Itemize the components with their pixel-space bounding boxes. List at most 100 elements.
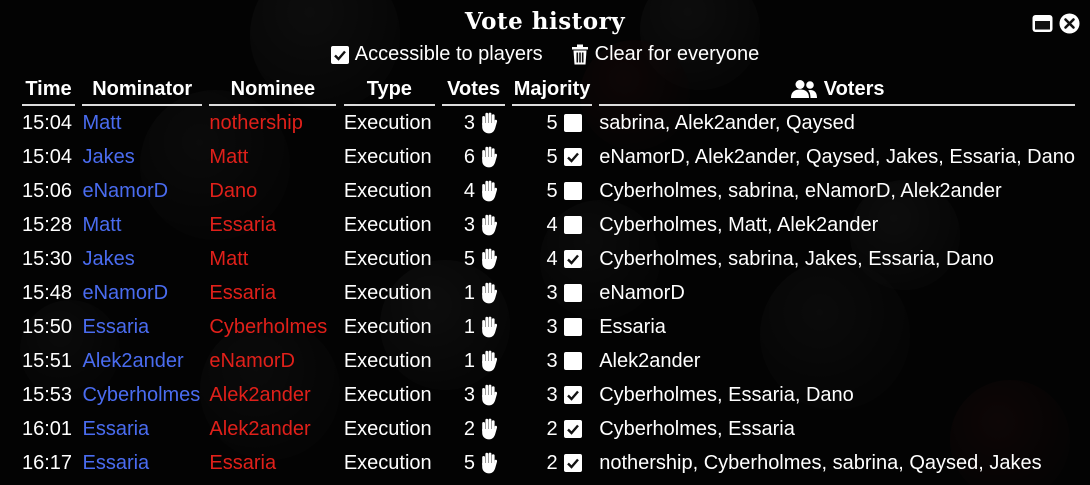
row-voters: Cyberholmes, Essaria, Dano <box>599 383 854 406</box>
row-votes: 1 <box>463 281 475 304</box>
options-bar: Accessible to players Clear for everyone <box>0 43 1090 66</box>
row-nominee: Essaria <box>209 451 277 474</box>
checkbox-empty-icon <box>563 284 582 302</box>
row-time: 15:53 <box>22 383 73 406</box>
close-icon <box>1059 13 1080 34</box>
row-type: Execution <box>343 315 432 338</box>
row-majority-cell: 2 <box>512 412 591 446</box>
row-majority-cell: 3 <box>512 276 591 310</box>
row-nominator: Essaria <box>82 417 150 440</box>
row-majority-cell: 3 <box>512 310 591 344</box>
table-row: 15:30 Jakes Matt Execution 5 4 Cyberholm… <box>22 242 1075 276</box>
row-nominator: Cyberholmes <box>82 383 201 406</box>
checkbox-checked-icon <box>563 454 582 472</box>
row-majority: 4 <box>546 213 558 236</box>
row-time: 15:04 <box>22 111 73 134</box>
column-header-votes: Votes <box>442 74 505 106</box>
hand-icon <box>482 452 498 474</box>
row-voters: Cyberholmes, sabrina, Jakes, Essaria, Da… <box>599 247 994 270</box>
column-header-type: Type <box>343 74 435 106</box>
checkbox-checked-icon <box>563 420 582 438</box>
row-nominee: Matt <box>209 247 249 270</box>
close-button[interactable] <box>1059 13 1080 34</box>
checkbox-empty-icon <box>563 216 582 234</box>
row-nominee: Essaria <box>209 213 277 236</box>
row-voters: Cyberholmes, Matt, Alek2ander <box>599 213 879 236</box>
row-votes-cell: 5 <box>442 446 505 480</box>
row-votes: 1 <box>463 315 475 338</box>
hand-icon <box>482 350 498 372</box>
row-time: 15:04 <box>22 145 73 168</box>
checkbox-checked-icon <box>563 148 582 166</box>
row-voters: Cyberholmes, Essaria <box>599 417 795 440</box>
row-type: Execution <box>343 111 432 134</box>
hand-icon <box>482 180 498 202</box>
row-nominee: Dano <box>209 179 258 202</box>
accessible-to-players-toggle[interactable]: Accessible to players <box>330 43 543 66</box>
row-votes: 2 <box>463 417 475 440</box>
hand-icon <box>482 214 498 236</box>
row-time: 15:28 <box>22 213 73 236</box>
hand-icon <box>482 282 498 304</box>
row-type: Execution <box>343 281 432 304</box>
row-majority-cell: 3 <box>512 378 591 412</box>
row-type: Execution <box>343 247 432 270</box>
hand-icon <box>482 112 498 134</box>
column-header-nominee: Nominee <box>209 74 337 106</box>
row-nominator: Matt <box>82 213 122 236</box>
row-nominator: Essaria <box>82 315 150 338</box>
row-majority-cell: 5 <box>512 106 591 140</box>
row-votes-cell: 3 <box>442 378 505 412</box>
row-votes-cell: 4 <box>442 174 505 208</box>
row-nominator: Matt <box>82 111 122 134</box>
row-votes-cell: 2 <box>442 412 505 446</box>
row-type: Execution <box>343 417 432 440</box>
checkbox-checked-icon <box>330 45 349 64</box>
row-nominator: Jakes <box>82 145 135 168</box>
hand-icon <box>482 146 498 168</box>
row-type: Execution <box>343 179 432 202</box>
row-votes-cell: 1 <box>442 310 505 344</box>
row-nominator: Essaria <box>82 451 150 474</box>
row-majority: 3 <box>546 281 558 304</box>
checkbox-empty-icon <box>563 318 582 336</box>
column-header-nominator: Nominator <box>82 74 202 106</box>
maximize-button[interactable] <box>1032 13 1053 34</box>
clear-for-everyone-button[interactable]: Clear for everyone <box>571 43 759 66</box>
row-majority: 5 <box>546 145 558 168</box>
row-majority: 3 <box>546 349 558 372</box>
table-header-row: Time Nominator Nominee Type Votes Majori… <box>22 74 1075 106</box>
row-time: 16:01 <box>22 417 73 440</box>
row-type: Execution <box>343 145 432 168</box>
row-majority: 4 <box>546 247 558 270</box>
row-type: Execution <box>343 349 432 372</box>
row-votes-cell: 5 <box>442 242 505 276</box>
column-header-time: Time <box>22 74 75 106</box>
row-votes: 1 <box>463 349 475 372</box>
row-votes: 3 <box>463 213 475 236</box>
hand-icon <box>482 384 498 406</box>
table-row: 15:04 Jakes Matt Execution 6 5 eNamorD, … <box>22 140 1075 174</box>
row-nominee: Matt <box>209 145 249 168</box>
row-votes-cell: 1 <box>442 276 505 310</box>
row-majority: 2 <box>546 451 558 474</box>
row-voters: Cyberholmes, sabrina, eNamorD, Alek2ande… <box>599 179 1002 202</box>
row-time: 15:50 <box>22 315 73 338</box>
vote-rows: 15:04 Matt nothership Execution 3 5 sabr… <box>22 106 1075 480</box>
row-voters: Alek2ander <box>599 349 701 372</box>
row-nominee: Alek2ander <box>209 383 311 406</box>
row-votes-cell: 1 <box>442 344 505 378</box>
checkbox-empty-icon <box>563 352 582 370</box>
row-majority-cell: 5 <box>512 140 591 174</box>
row-type: Execution <box>343 383 432 406</box>
table-row: 15:50 Essaria Cyberholmes Execution 1 3 … <box>22 310 1075 344</box>
row-votes: 6 <box>463 145 475 168</box>
checkbox-checked-icon <box>563 386 582 404</box>
row-majority: 5 <box>546 111 558 134</box>
row-nominator: Alek2ander <box>82 349 184 372</box>
row-voters: sabrina, Alek2ander, Qaysed <box>599 111 855 134</box>
row-nominee: Essaria <box>209 281 277 304</box>
row-time: 15:30 <box>22 247 73 270</box>
row-time: 15:06 <box>22 179 73 202</box>
column-header-voters: Voters <box>599 74 1075 106</box>
